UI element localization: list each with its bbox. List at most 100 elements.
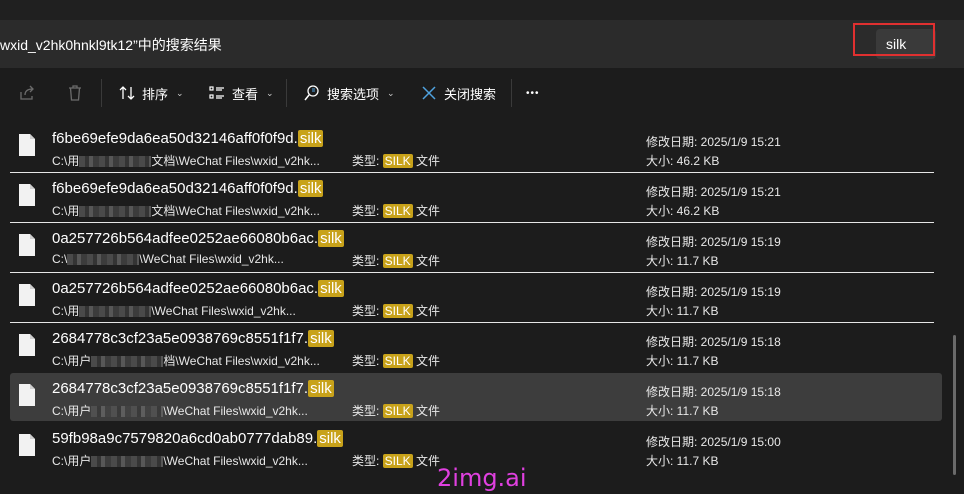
more-options-button[interactable]: •••	[526, 80, 540, 106]
file-type-suffix: 文件	[412, 204, 441, 218]
file-type: 类型: SILK 文件	[352, 152, 440, 169]
search-options-button[interactable]: 搜索选项 ⌄	[303, 80, 395, 106]
list-item[interactable]: 0a257726b564adfee0252ae66080b6ac. silk C:…	[10, 223, 934, 271]
redacted-blur	[91, 406, 164, 418]
list-item[interactable]: f6be69efe9da6ea50d32146aff0f0f9d. silk C:…	[10, 173, 934, 221]
chevron-down-icon: ⌄	[387, 87, 395, 98]
file-type-highlight: SILK	[382, 204, 413, 218]
address-path[interactable]: wxid_v2hk0hnkl9tk12”中的搜索结果	[0, 35, 222, 55]
list-item[interactable]: 0a257726b564adfee0252ae66080b6ac. silk C:…	[10, 273, 934, 321]
file-path: C:\用户 档\WeChat Files\wxid_v2hk...	[52, 352, 320, 369]
file-type-prefix: 类型:	[352, 254, 383, 268]
file-name-base: f6be69efe9da6ea50d32146aff0f0f9d.	[52, 180, 298, 197]
search-options-icon	[304, 85, 319, 101]
file-path-prefix: C:\用	[52, 204, 80, 218]
file-type: 类型: SILK 文件	[352, 452, 440, 469]
toolbar-divider	[511, 79, 512, 107]
file-path-prefix: C:\	[52, 252, 68, 266]
file-ext-highlight: silk	[297, 180, 324, 197]
file-type-suffix: 文件	[412, 354, 441, 368]
file-type: 类型: SILK 文件	[352, 202, 440, 219]
file-type-prefix: 类型:	[352, 304, 383, 318]
file-path-prefix: C:\用户	[52, 354, 92, 368]
file-path-suffix: 档\WeChat Files\wxid_v2hk...	[163, 354, 320, 368]
file-name-base: 0a257726b564adfee0252ae66080b6ac.	[52, 230, 319, 247]
search-highlight-box	[853, 23, 935, 56]
view-icon	[209, 86, 224, 99]
search-results-list: f6be69efe9da6ea50d32146aff0f0f9d. silk C:…	[0, 120, 944, 494]
file-type-highlight: SILK	[382, 354, 413, 368]
file-path-prefix: C:\用户	[52, 404, 92, 418]
file-type: 类型: SILK 文件	[352, 252, 440, 269]
file-type-highlight: SILK	[382, 304, 413, 318]
redacted-blur	[79, 306, 152, 318]
file-name-base: 2684778c3cf23a5e0938769c8551f1f7.	[52, 330, 309, 347]
file-modified-date: 修改日期: 2025/1/9 15:19	[646, 235, 781, 249]
file-name-base: 59fb98a9c7579820a6cd0ab0777dab89.	[52, 430, 318, 447]
file-name: 2684778c3cf23a5e0938769c8551f1f7. silk	[52, 330, 334, 347]
file-icon	[19, 384, 35, 406]
file-type: 类型: SILK 文件	[352, 352, 440, 369]
file-path: C:\ \WeChat Files\wxid_v2hk...	[52, 252, 284, 266]
file-size: 大小: 11.7 KB	[646, 254, 719, 268]
file-type-suffix: 文件	[412, 154, 441, 168]
file-type-prefix: 类型:	[352, 154, 383, 168]
more-icon: •••	[526, 87, 540, 99]
trash-icon	[69, 85, 81, 101]
toolbar-divider	[286, 79, 287, 107]
file-type-suffix: 文件	[412, 304, 441, 318]
file-icon	[19, 334, 35, 356]
file-ext-highlight: silk	[318, 230, 344, 247]
file-path: C:\用 文档\WeChat Files\wxid_v2hk...	[52, 152, 320, 169]
file-size: 大小: 11.7 KB	[646, 454, 719, 468]
share-button[interactable]	[18, 80, 36, 106]
list-item[interactable]: 2684778c3cf23a5e0938769c8551f1f7. silk C:…	[10, 323, 934, 371]
file-path-prefix: C:\用	[52, 304, 80, 318]
file-name: 59fb98a9c7579820a6cd0ab0777dab89. silk	[52, 430, 343, 447]
file-type-suffix: 文件	[412, 404, 441, 418]
file-modified-date: 修改日期: 2025/1/9 15:00	[646, 435, 781, 449]
file-ext-highlight: silk	[297, 130, 324, 147]
file-icon	[19, 284, 35, 306]
file-type-prefix: 类型:	[352, 454, 383, 468]
redacted-blur	[91, 356, 164, 368]
file-name: 2684778c3cf23a5e0938769c8551f1f7. silk	[52, 380, 334, 397]
file-type-suffix: 文件	[412, 454, 441, 468]
file-ext-highlight: silk	[308, 380, 334, 397]
file-type: 类型: SILK 文件	[352, 402, 440, 419]
close-icon	[422, 86, 436, 100]
scrollbar[interactable]	[944, 120, 964, 494]
address-bar: wxid_v2hk0hnkl9tk12”中的搜索结果 silk	[0, 20, 964, 69]
redacted-blur	[67, 254, 140, 266]
file-icon	[19, 184, 35, 206]
sort-button[interactable]: 排序 ⌄	[118, 80, 184, 106]
scrollbar-thumb[interactable]	[953, 335, 956, 475]
view-button[interactable]: 查看 ⌄	[208, 80, 274, 106]
file-modified-date: 修改日期: 2025/1/9 15:21	[646, 135, 781, 149]
file-icon	[19, 134, 35, 156]
share-icon	[20, 85, 34, 100]
list-item[interactable]: f6be69efe9da6ea50d32146aff0f0f9d. silk C:…	[10, 123, 934, 171]
delete-button[interactable]	[66, 80, 84, 106]
chevron-down-icon: ⌄	[266, 87, 274, 98]
file-type-highlight: SILK	[382, 254, 413, 268]
close-search-label: 关闭搜索	[444, 86, 497, 102]
file-modified-date: 修改日期: 2025/1/9 15:18	[646, 335, 781, 349]
file-size: 大小: 11.7 KB	[646, 354, 719, 368]
file-ext-highlight: silk	[308, 330, 334, 347]
close-search-button[interactable]: 关闭搜索	[420, 80, 496, 106]
file-type-prefix: 类型:	[352, 404, 383, 418]
list-item[interactable]: 2684778c3cf23a5e0938769c8551f1f7. silk C:…	[10, 373, 942, 421]
view-label: 查看	[232, 86, 259, 102]
redacted-blur	[79, 206, 152, 218]
file-ext-highlight: silk	[317, 430, 343, 447]
redacted-blur	[79, 156, 152, 168]
file-path: C:\用户 \WeChat Files\wxid_v2hk...	[52, 402, 308, 419]
file-name-base: 0a257726b564adfee0252ae66080b6ac.	[52, 280, 319, 297]
file-type-highlight: SILK	[382, 404, 413, 418]
file-path: C:\用 \WeChat Files\wxid_v2hk...	[52, 302, 296, 319]
toolbar-divider	[101, 79, 102, 107]
file-modified-date: 修改日期: 2025/1/9 15:19	[646, 285, 781, 299]
file-icon	[19, 234, 35, 256]
file-size: 大小: 11.7 KB	[646, 304, 719, 318]
